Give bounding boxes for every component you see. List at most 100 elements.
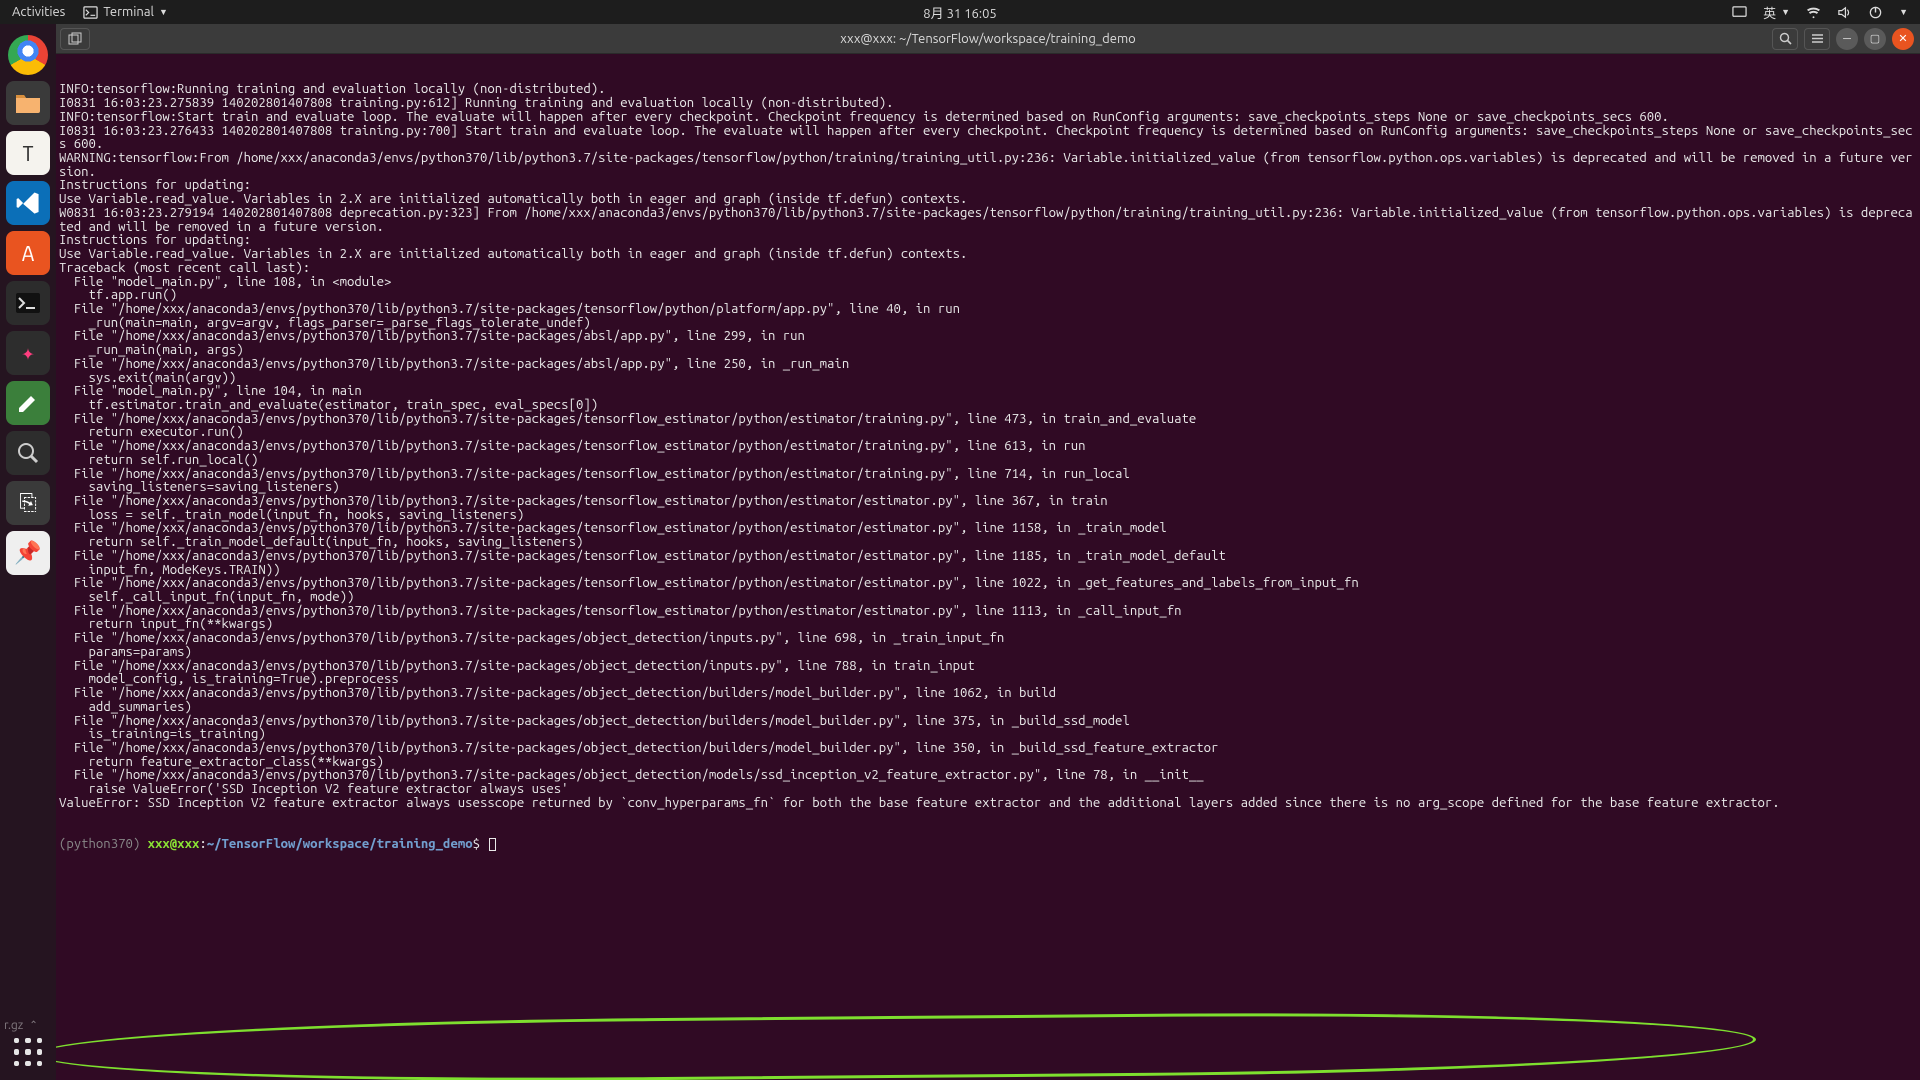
dock-terminal[interactable]: pace	[6, 281, 50, 325]
terminal-output-line: ValueError: SSD Inception V2 feature ext…	[59, 797, 1917, 811]
terminal-output-line: tf.estimator.train_and_evaluate(estimato…	[59, 399, 1917, 413]
terminal-output-line: File "/home/xxx/anaconda3/envs/python370…	[59, 605, 1917, 619]
dock-generic[interactable]: ⎘	[6, 481, 50, 525]
menu-icon	[1811, 32, 1824, 45]
clock[interactable]: 8月 31 16:05	[923, 3, 996, 22]
terminal-output-line: model_config, is_training=True).preproce…	[59, 673, 1917, 687]
ubuntu-dock: nsorflow.ob T bj Det A pace ✦ ng Job el …	[0, 24, 56, 1080]
prompt-env: (python370)	[59, 837, 140, 851]
terminal-output-line: return input_fn(**kwargs)	[59, 618, 1917, 632]
screen-icon[interactable]	[1732, 5, 1747, 20]
terminal-output-line: Instructions for updating:	[59, 234, 1917, 248]
archive-label: r.gz	[4, 1019, 23, 1032]
terminal-window: xxx@xxx: ~/TensorFlow/workspace/training…	[56, 24, 1920, 1080]
chevron-down-icon: ▼	[159, 7, 168, 17]
terminal-output-line: Use Variable.read_value. Variables in 2.…	[59, 248, 1917, 262]
dock-imageviewer[interactable]: Model	[6, 431, 50, 475]
terminal-icon	[83, 5, 98, 20]
terminal-output-line: File "/home/xxx/anaconda3/envs/python370…	[59, 413, 1917, 427]
terminal-output-line: INFO:tensorflow:Start train and evaluate…	[59, 111, 1917, 125]
shopping-bag-icon: A	[22, 241, 34, 266]
terminal-output-line: File "/home/xxx/anaconda3/envs/python370…	[59, 358, 1917, 372]
prompt-colon: :	[199, 837, 206, 851]
terminal-output-line: I0831 16:03:23.276433 140202801407808 tr…	[59, 125, 1917, 152]
new-tab-button[interactable]	[60, 28, 90, 50]
wifi-icon[interactable]	[1806, 5, 1821, 20]
terminal-output-line: File "/home/xxx/anaconda3/envs/python370…	[59, 769, 1917, 783]
app-menu-label: Terminal	[103, 5, 154, 19]
terminal-output-line: File "model_main.py", line 104, in main	[59, 385, 1917, 399]
magnifier-icon	[15, 440, 41, 466]
dock-texteditor[interactable]: T bj Det	[6, 131, 50, 175]
terminal-output-line: return self._train_model_default(input_f…	[59, 536, 1917, 550]
chevron-up-icon: ⌃	[29, 1019, 37, 1031]
terminal-output-line: File "/home/xxx/anaconda3/envs/python370…	[59, 495, 1917, 509]
prompt-path: ~/TensorFlow/workspace/training_demo	[207, 837, 473, 851]
terminal-output-line: saving_listeners=saving_listeners)	[59, 481, 1917, 495]
prompt-line: (python370) xxx@xxx:~/TensorFlow/workspa…	[59, 838, 1917, 852]
vscode-icon	[15, 190, 41, 216]
terminal-output-line: File "/home/xxx/anaconda3/envs/python370…	[59, 303, 1917, 317]
terminal-output-line: tf.app.run()	[59, 289, 1917, 303]
terminal-output-line: WARNING:tensorflow:From /home/xxx/anacon…	[59, 152, 1917, 179]
hamburger-menu[interactable]	[1804, 28, 1830, 50]
dock-vscode[interactable]	[6, 181, 50, 225]
window-title: xxx@xxx: ~/TensorFlow/workspace/training…	[840, 32, 1136, 46]
terminal-output-line: params=params)	[59, 646, 1917, 660]
dock-chrome[interactable]	[8, 35, 48, 75]
dock-gedit[interactable]: el (Optional	[6, 381, 50, 425]
maximize-button[interactable]: ▢	[1864, 28, 1886, 50]
app-menu[interactable]: Terminal ▼	[83, 5, 168, 20]
terminal-icon	[15, 292, 41, 314]
dock-krita[interactable]: ✦ ng Job	[6, 331, 50, 375]
prompt-userhost: xxx@xxx	[148, 837, 200, 851]
cursor	[489, 838, 496, 851]
volume-icon[interactable]	[1837, 5, 1852, 20]
terminal-titlebar[interactable]: xxx@xxx: ~/TensorFlow/workspace/training…	[56, 24, 1920, 54]
terminal-body[interactable]: INFO:tensorflow:Running training and eva…	[56, 54, 1920, 1080]
minimize-button[interactable]: ─	[1836, 28, 1858, 50]
terminal-output-line: loss = self._train_model(input_fn, hooks…	[59, 509, 1917, 523]
terminal-output-line: _run(main=main, argv=argv, flags_parser=…	[59, 317, 1917, 331]
maximize-icon: ▢	[1870, 32, 1880, 45]
dock-software[interactable]: A	[6, 231, 50, 275]
terminal-output-line: _run_main(main, args)	[59, 344, 1917, 358]
desktop-archive[interactable]: r.gz ⌃	[0, 1010, 38, 1040]
terminal-output-line: File "/home/xxx/anaconda3/envs/python370…	[59, 715, 1917, 729]
terminal-output-line: I0831 16:03:23.275839 140202801407808 tr…	[59, 97, 1917, 111]
terminal-output-line: self._call_input_fn(input_fn, mode))	[59, 591, 1917, 605]
terminal-output-line: File "/home/xxx/anaconda3/envs/python370…	[59, 330, 1917, 344]
terminal-output-line: File "/home/xxx/anaconda3/envs/python370…	[59, 742, 1917, 756]
terminal-output-line: File "/home/xxx/anaconda3/envs/python370…	[59, 577, 1917, 591]
pencil-icon	[16, 391, 40, 415]
minimize-icon: ─	[1843, 33, 1851, 45]
terminal-output-line: Instructions for updating:	[59, 179, 1917, 193]
activities-button[interactable]: Activities	[12, 5, 65, 19]
terminal-output-line: return self.run_local()	[59, 454, 1917, 468]
folder-icon	[14, 91, 42, 115]
prompt-dollar: $	[473, 837, 480, 851]
ime-label: 英	[1763, 3, 1776, 22]
dock-files[interactable]: nsorflow.ob	[6, 81, 50, 125]
terminal-output-line: File "/home/xxx/anaconda3/envs/python370…	[59, 550, 1917, 564]
annotation-highlight	[56, 1008, 1756, 1080]
terminal-output-line: Use Variable.read_value. Variables in 2.…	[59, 193, 1917, 207]
new-tab-icon	[68, 32, 82, 46]
search-icon	[1779, 32, 1792, 45]
dock-pin[interactable]: 📌 th s!	[6, 531, 50, 575]
terminal-output-line: raise ValueError('SSD Inception V2 featu…	[59, 783, 1917, 797]
terminal-output-line: Traceback (most recent call last):	[59, 262, 1917, 276]
terminal-output-line: sys.exit(main(argv))	[59, 372, 1917, 386]
terminal-output-line: File "/home/xxx/anaconda3/envs/python370…	[59, 632, 1917, 646]
search-button[interactable]	[1772, 28, 1798, 50]
ime-indicator[interactable]: 英 ▼	[1763, 3, 1790, 22]
terminal-output-line: File "/home/xxx/anaconda3/envs/python370…	[59, 687, 1917, 701]
chevron-down-icon: ▼	[1899, 7, 1908, 17]
chevron-down-icon: ▼	[1781, 7, 1790, 17]
power-icon[interactable]	[1868, 5, 1883, 20]
close-button[interactable]: ✕	[1892, 28, 1914, 50]
terminal-output-line: File "/home/xxx/anaconda3/envs/python370…	[59, 660, 1917, 674]
terminal-output-line: is_training=is_training)	[59, 728, 1917, 742]
terminal-output-line: return executor.run()	[59, 426, 1917, 440]
gnome-topbar: Activities Terminal ▼ 8月 31 16:05 英 ▼ ▼	[0, 0, 1920, 24]
